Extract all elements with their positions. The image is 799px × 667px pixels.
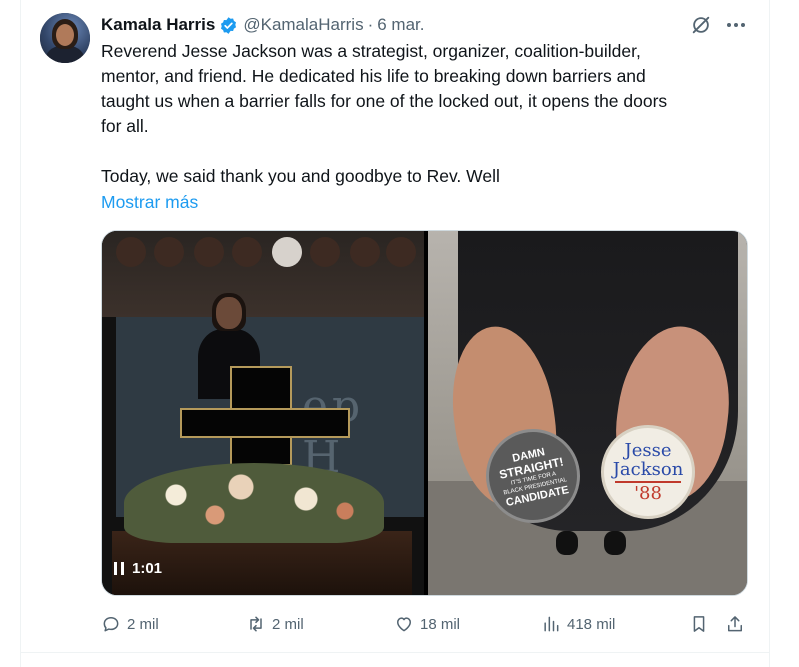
views-button[interactable]: 418 mil (541, 610, 615, 638)
heart-icon (397, 617, 411, 632)
tweet-text-line: taught us when a barrier falls for one o… (101, 91, 668, 111)
author-name[interactable]: Kamala Harris (101, 15, 215, 35)
tweet-text-line: Today, we said thank you and goodbye to … (101, 166, 500, 186)
grok-icon[interactable] (690, 14, 712, 36)
media-grid: ep H 1:01 DAMN STRAIGHT! IT'S TIME FOR A… (101, 230, 748, 596)
reply-button[interactable]: 2 mil (101, 610, 159, 638)
tweet-text: Reverend Jesse Jackson was a strategist,… (101, 39, 741, 189)
views-icon (544, 616, 559, 632)
reply-icon (103, 617, 119, 632)
video-controls[interactable]: 1:01 (114, 556, 162, 580)
cross-podium (180, 366, 350, 466)
more-icon[interactable] (725, 14, 747, 36)
tweet-date[interactable]: 6 mar. (377, 15, 424, 35)
tweet-header: Kamala Harris @KamalaHarris · 6 mar. (101, 14, 425, 36)
repost-icon (250, 616, 262, 632)
repost-count: 2 mil (272, 615, 304, 633)
tweet-text-line: Reverend Jesse Jackson was a strategist,… (101, 41, 641, 61)
pause-icon[interactable] (114, 561, 124, 575)
like-count: 18 mil (420, 615, 461, 633)
share-button[interactable] (725, 610, 745, 638)
tweet-text-line: for all. (101, 116, 149, 136)
verified-badge-icon[interactable] (219, 16, 238, 35)
photo-image[interactable]: DAMN STRAIGHT! IT'S TIME FOR A BLACK PRE… (428, 231, 747, 595)
avatar[interactable] (40, 13, 90, 63)
flower-arrangement (124, 463, 384, 543)
video-player[interactable]: ep H 1:01 (102, 231, 424, 595)
bookmark-button[interactable] (689, 610, 709, 638)
campaign-pin-right: Jesse Jackson '88 (601, 425, 695, 519)
bookmark-icon (693, 616, 705, 632)
share-icon (728, 616, 742, 632)
tweet-text-line: mentor, and friend. He dedicated his lif… (101, 66, 646, 86)
views-count: 418 mil (567, 615, 616, 633)
video-time: 1:01 (132, 559, 163, 577)
header-separator: · (367, 15, 374, 34)
show-more-link[interactable]: Mostrar más (101, 190, 198, 215)
author-handle[interactable]: @KamalaHarris (243, 15, 363, 35)
like-button[interactable]: 18 mil (394, 610, 460, 638)
tweet-divider (20, 652, 770, 653)
repost-button[interactable]: 2 mil (246, 610, 304, 638)
action-bar: 2 mil 2 mil 18 mil 418 mil (101, 610, 751, 638)
reply-count: 2 mil (127, 615, 159, 633)
